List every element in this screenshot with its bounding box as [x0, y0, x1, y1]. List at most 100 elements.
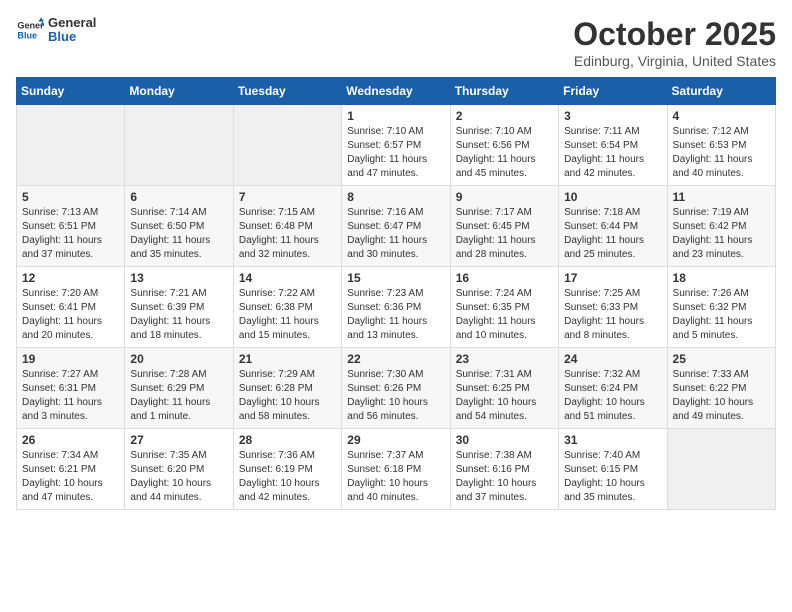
day-number: 31: [564, 433, 661, 447]
day-info: Sunrise: 7:18 AMSunset: 6:44 PMDaylight:…: [564, 206, 661, 262]
day-info: Sunrise: 7:35 AMSunset: 6:20 PMDaylight:…: [130, 449, 227, 505]
day-number: 23: [456, 352, 553, 366]
day-info: Sunrise: 7:30 AMSunset: 6:26 PMDaylight:…: [347, 368, 444, 424]
day-info: Sunrise: 7:28 AMSunset: 6:29 PMDaylight:…: [130, 368, 227, 424]
day-number: 2: [456, 109, 553, 123]
day-number: 9: [456, 190, 553, 204]
day-info: Sunrise: 7:22 AMSunset: 6:38 PMDaylight:…: [239, 287, 336, 343]
logo: General Blue General Blue: [16, 16, 96, 45]
day-info: Sunrise: 7:37 AMSunset: 6:18 PMDaylight:…: [347, 449, 444, 505]
month-title: October 2025: [573, 16, 776, 53]
day-info: Sunrise: 7:38 AMSunset: 6:16 PMDaylight:…: [456, 449, 553, 505]
day-number: 11: [673, 190, 770, 204]
day-number: 30: [456, 433, 553, 447]
day-number: 25: [673, 352, 770, 366]
day-info: Sunrise: 7:15 AMSunset: 6:48 PMDaylight:…: [239, 206, 336, 262]
day-info: Sunrise: 7:34 AMSunset: 6:21 PMDaylight:…: [22, 449, 119, 505]
day-info: Sunrise: 7:19 AMSunset: 6:42 PMDaylight:…: [673, 206, 770, 262]
day-number: 12: [22, 271, 119, 285]
day-number: 8: [347, 190, 444, 204]
day-number: 1: [347, 109, 444, 123]
day-number: 22: [347, 352, 444, 366]
calendar-cell: 6 Sunrise: 7:14 AMSunset: 6:50 PMDayligh…: [125, 186, 233, 267]
week-row-5: 26 Sunrise: 7:34 AMSunset: 6:21 PMDaylig…: [17, 429, 776, 510]
calendar-cell: 5 Sunrise: 7:13 AMSunset: 6:51 PMDayligh…: [17, 186, 125, 267]
day-number: 17: [564, 271, 661, 285]
day-info: Sunrise: 7:40 AMSunset: 6:15 PMDaylight:…: [564, 449, 661, 505]
day-info: Sunrise: 7:31 AMSunset: 6:25 PMDaylight:…: [456, 368, 553, 424]
calendar-cell: 1 Sunrise: 7:10 AMSunset: 6:57 PMDayligh…: [342, 105, 450, 186]
day-number: 3: [564, 109, 661, 123]
title-block: October 2025 Edinburg, Virginia, United …: [573, 16, 776, 69]
day-number: 29: [347, 433, 444, 447]
day-number: 6: [130, 190, 227, 204]
svg-text:Blue: Blue: [17, 31, 37, 41]
calendar-cell: 11 Sunrise: 7:19 AMSunset: 6:42 PMDaylig…: [667, 186, 775, 267]
day-info: Sunrise: 7:10 AMSunset: 6:56 PMDaylight:…: [456, 125, 553, 181]
day-number: 16: [456, 271, 553, 285]
day-info: Sunrise: 7:14 AMSunset: 6:50 PMDaylight:…: [130, 206, 227, 262]
calendar-cell: [667, 429, 775, 510]
day-number: 19: [22, 352, 119, 366]
day-number: 15: [347, 271, 444, 285]
day-info: Sunrise: 7:26 AMSunset: 6:32 PMDaylight:…: [673, 287, 770, 343]
calendar-cell: 9 Sunrise: 7:17 AMSunset: 6:45 PMDayligh…: [450, 186, 558, 267]
calendar-cell: 29 Sunrise: 7:37 AMSunset: 6:18 PMDaylig…: [342, 429, 450, 510]
day-info: Sunrise: 7:16 AMSunset: 6:47 PMDaylight:…: [347, 206, 444, 262]
calendar-cell: 28 Sunrise: 7:36 AMSunset: 6:19 PMDaylig…: [233, 429, 341, 510]
day-number: 10: [564, 190, 661, 204]
day-info: Sunrise: 7:10 AMSunset: 6:57 PMDaylight:…: [347, 125, 444, 181]
calendar-cell: 27 Sunrise: 7:35 AMSunset: 6:20 PMDaylig…: [125, 429, 233, 510]
calendar-cell: 25 Sunrise: 7:33 AMSunset: 6:22 PMDaylig…: [667, 348, 775, 429]
day-header-sunday: Sunday: [17, 78, 125, 105]
day-info: Sunrise: 7:32 AMSunset: 6:24 PMDaylight:…: [564, 368, 661, 424]
calendar-table: SundayMondayTuesdayWednesdayThursdayFrid…: [16, 77, 776, 510]
day-number: 7: [239, 190, 336, 204]
day-info: Sunrise: 7:33 AMSunset: 6:22 PMDaylight:…: [673, 368, 770, 424]
logo-general: General: [48, 16, 96, 30]
calendar-cell: 31 Sunrise: 7:40 AMSunset: 6:15 PMDaylig…: [559, 429, 667, 510]
calendar-cell: 4 Sunrise: 7:12 AMSunset: 6:53 PMDayligh…: [667, 105, 775, 186]
calendar-cell: 30 Sunrise: 7:38 AMSunset: 6:16 PMDaylig…: [450, 429, 558, 510]
calendar-cell: 20 Sunrise: 7:28 AMSunset: 6:29 PMDaylig…: [125, 348, 233, 429]
day-number: 20: [130, 352, 227, 366]
day-header-friday: Friday: [559, 78, 667, 105]
calendar-cell: 3 Sunrise: 7:11 AMSunset: 6:54 PMDayligh…: [559, 105, 667, 186]
day-header-saturday: Saturday: [667, 78, 775, 105]
location: Edinburg, Virginia, United States: [573, 53, 776, 69]
day-number: 18: [673, 271, 770, 285]
day-header-monday: Monday: [125, 78, 233, 105]
calendar-cell: [125, 105, 233, 186]
calendar-cell: 15 Sunrise: 7:23 AMSunset: 6:36 PMDaylig…: [342, 267, 450, 348]
day-info: Sunrise: 7:24 AMSunset: 6:35 PMDaylight:…: [456, 287, 553, 343]
day-number: 26: [22, 433, 119, 447]
day-info: Sunrise: 7:20 AMSunset: 6:41 PMDaylight:…: [22, 287, 119, 343]
page-header: General Blue General Blue October 2025 E…: [16, 16, 776, 69]
calendar-cell: 10 Sunrise: 7:18 AMSunset: 6:44 PMDaylig…: [559, 186, 667, 267]
week-row-3: 12 Sunrise: 7:20 AMSunset: 6:41 PMDaylig…: [17, 267, 776, 348]
day-info: Sunrise: 7:17 AMSunset: 6:45 PMDaylight:…: [456, 206, 553, 262]
day-number: 14: [239, 271, 336, 285]
calendar-cell: 21 Sunrise: 7:29 AMSunset: 6:28 PMDaylig…: [233, 348, 341, 429]
calendar-cell: 22 Sunrise: 7:30 AMSunset: 6:26 PMDaylig…: [342, 348, 450, 429]
day-header-thursday: Thursday: [450, 78, 558, 105]
calendar-cell: 7 Sunrise: 7:15 AMSunset: 6:48 PMDayligh…: [233, 186, 341, 267]
day-number: 4: [673, 109, 770, 123]
calendar-header-row: SundayMondayTuesdayWednesdayThursdayFrid…: [17, 78, 776, 105]
calendar-cell: 16 Sunrise: 7:24 AMSunset: 6:35 PMDaylig…: [450, 267, 558, 348]
day-info: Sunrise: 7:25 AMSunset: 6:33 PMDaylight:…: [564, 287, 661, 343]
calendar-cell: 13 Sunrise: 7:21 AMSunset: 6:39 PMDaylig…: [125, 267, 233, 348]
day-info: Sunrise: 7:13 AMSunset: 6:51 PMDaylight:…: [22, 206, 119, 262]
day-number: 21: [239, 352, 336, 366]
logo-blue: Blue: [48, 30, 96, 44]
calendar-cell: 17 Sunrise: 7:25 AMSunset: 6:33 PMDaylig…: [559, 267, 667, 348]
day-info: Sunrise: 7:21 AMSunset: 6:39 PMDaylight:…: [130, 287, 227, 343]
day-info: Sunrise: 7:11 AMSunset: 6:54 PMDaylight:…: [564, 125, 661, 181]
calendar-cell: 23 Sunrise: 7:31 AMSunset: 6:25 PMDaylig…: [450, 348, 558, 429]
calendar-cell: 8 Sunrise: 7:16 AMSunset: 6:47 PMDayligh…: [342, 186, 450, 267]
day-info: Sunrise: 7:23 AMSunset: 6:36 PMDaylight:…: [347, 287, 444, 343]
day-info: Sunrise: 7:36 AMSunset: 6:19 PMDaylight:…: [239, 449, 336, 505]
calendar-cell: [17, 105, 125, 186]
day-header-tuesday: Tuesday: [233, 78, 341, 105]
calendar-cell: 12 Sunrise: 7:20 AMSunset: 6:41 PMDaylig…: [17, 267, 125, 348]
